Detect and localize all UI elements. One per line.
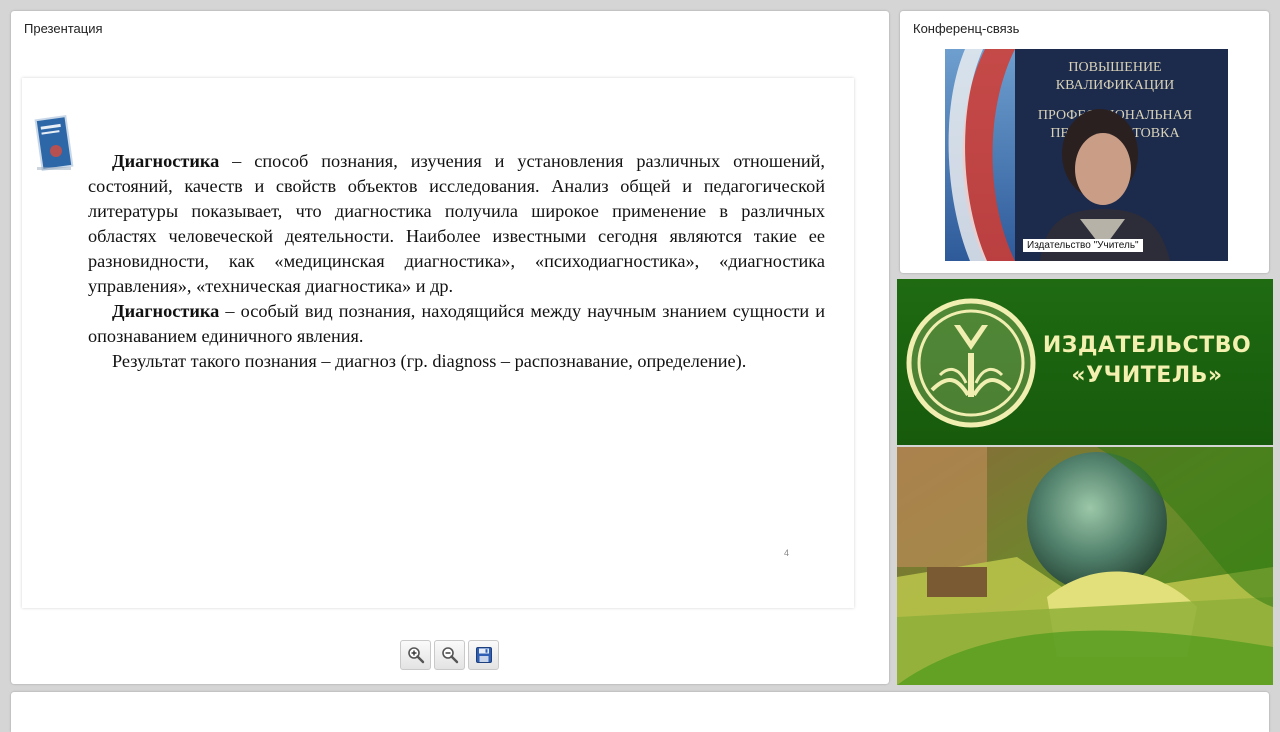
zoom-in-button[interactable] — [400, 640, 431, 670]
slide-page-number: 4 — [784, 548, 790, 558]
presentation-panel: Презентация Диагностика – способ познани… — [11, 11, 889, 684]
zoom-in-icon — [407, 647, 424, 664]
presentation-toolbar — [400, 640, 499, 672]
slide-paragraph-2: Диагностика – особый вид познания, наход… — [88, 299, 825, 349]
slide-term-1: Диагностика — [112, 151, 220, 171]
presentation-title: Презентация — [24, 21, 103, 36]
publisher-name-line-2: «УЧИТЕЛЬ» — [1071, 363, 1223, 388]
slide-paragraph-3: Результат такого познания – диагноз (гр.… — [112, 351, 747, 371]
slide-text: Диагностика – способ познания, изучения … — [88, 149, 825, 374]
save-icon — [475, 647, 492, 663]
presentation-slide: Диагностика – способ познания, изучения … — [22, 78, 854, 608]
books-illustration — [897, 447, 1273, 685]
save-button[interactable] — [468, 640, 499, 670]
webcam-frame: ПОВЫШЕНИЕ КВАЛИФИКАЦИИ ПРОФЕССИОНАЛЬНАЯ … — [945, 49, 1228, 261]
slide-paragraph-1: Диагностика – способ познания, изучения … — [88, 149, 825, 299]
bottom-bar — [11, 692, 1269, 732]
webcam-video: ПОВЫШЕНИЕ КВАЛИФИКАЦИИ ПРОФЕССИОНАЛЬНАЯ … — [945, 49, 1228, 261]
slide-paragraph-1-text: – способ познания, изучения и установлен… — [88, 151, 825, 296]
slide-term-2: Диагностика — [112, 301, 220, 321]
zoom-out-icon — [441, 647, 458, 664]
publisher-name: ИЗДАТЕЛЬСТВО «УЧИТЕЛЬ» — [1027, 331, 1267, 391]
publisher-name-line-1: ИЗДАТЕЛЬСТВО — [1042, 333, 1252, 358]
book-cover-icon — [34, 115, 74, 171]
conference-panel: Конференц-связь ПОВЫШЕНИЕ КВАЛИФИКАЦИИ П… — [900, 11, 1269, 273]
publisher-logo-icon — [906, 298, 1036, 428]
banner-line-1: ПОВЫШЕНИЕ — [1068, 60, 1161, 75]
books-globe-image — [897, 447, 1273, 685]
zoom-out-button[interactable] — [434, 640, 465, 670]
conference-title: Конференц-связь — [913, 21, 1020, 36]
banner-line-2: КВАЛИФИКАЦИИ — [1056, 78, 1174, 93]
video-label: Издательство "Учитель" — [1023, 239, 1143, 252]
publisher-banner: ИЗДАТЕЛЬСТВО «УЧИТЕЛЬ» — [897, 279, 1273, 445]
